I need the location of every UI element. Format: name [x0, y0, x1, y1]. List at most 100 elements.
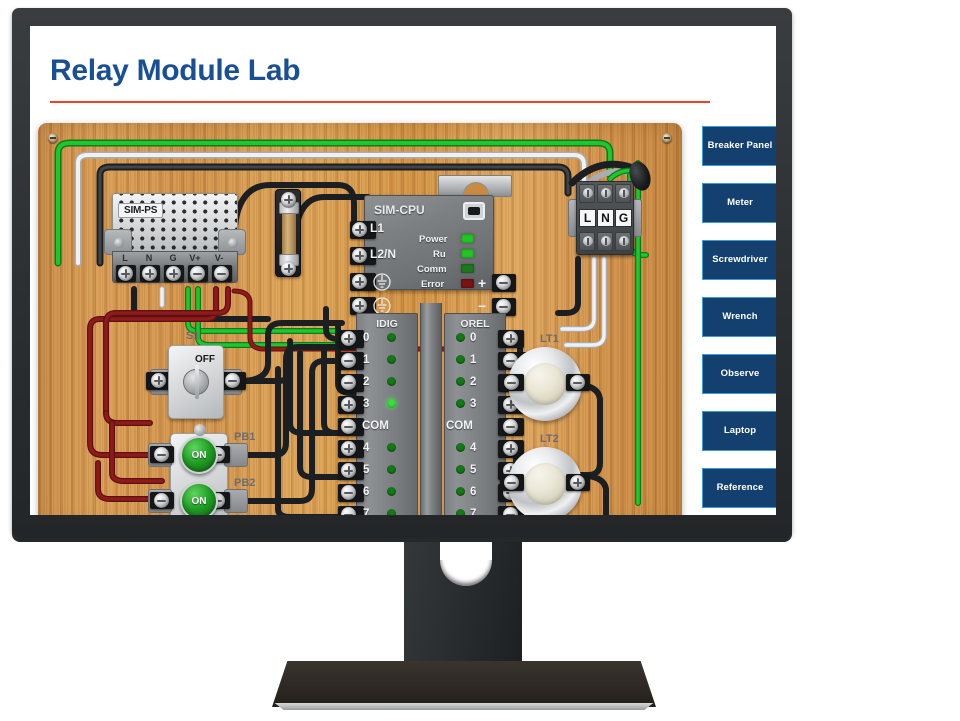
earth-ground-icon: [373, 273, 391, 291]
power-supply-label: SIM-PS: [118, 203, 164, 218]
terminal-cell[interactable]: [579, 184, 595, 203]
screw-terminal-idig-2[interactable]: [341, 375, 356, 390]
din-rail-clip: [438, 175, 512, 198]
terminal-letter-g: G: [615, 209, 632, 227]
terminal-cell[interactable]: [597, 184, 613, 203]
ps-terminal-label: V-: [214, 253, 224, 263]
io-channel-led-0: [387, 333, 396, 342]
screw-terminal-idig-7[interactable]: [341, 507, 356, 515]
screw-terminal[interactable]: [281, 192, 296, 207]
sidebar-button-laptop[interactable]: Laptop: [702, 411, 776, 451]
selector-switch-s1[interactable]: S1 OFF ON: [146, 330, 246, 438]
screw-terminal-l1[interactable]: [352, 222, 367, 237]
pushbutton-pb2[interactable]: ON: [180, 482, 218, 515]
io-channel-label: 6: [470, 486, 477, 498]
screw-terminal[interactable]: [142, 266, 157, 281]
io-channel-led-0: [456, 333, 465, 342]
screw-terminal[interactable]: [225, 373, 240, 388]
screw-terminal[interactable]: [504, 475, 519, 490]
screw-terminal-ground-2[interactable]: [352, 298, 367, 313]
sidebar-button-wrench[interactable]: Wrench: [702, 297, 776, 337]
terminal-cell[interactable]: [579, 232, 595, 251]
sidebar-button-reference[interactable]: Reference: [702, 468, 776, 508]
screw-icon: [194, 424, 206, 436]
selector-label-off: OFF: [195, 354, 215, 365]
title-divider: [50, 101, 710, 103]
io-channel-led-3: [456, 399, 465, 408]
sidebar-button-label: Screwdriver: [712, 254, 768, 265]
screw-terminal[interactable]: [154, 447, 169, 462]
screw-terminal[interactable]: [570, 375, 585, 390]
io-channel-led-5: [456, 465, 465, 474]
io-channel-led-3: [387, 399, 396, 408]
fuse-housing: [275, 189, 301, 277]
io-channel-label: 5: [470, 464, 477, 476]
terminal-cell[interactable]: [615, 232, 631, 251]
io-channel-label: 0: [363, 332, 370, 344]
io-channel-label: 1: [470, 354, 477, 366]
io-channel-led-6: [387, 487, 396, 496]
screw-terminal-dc-plus[interactable]: [496, 275, 511, 290]
screw-terminal-idig-4[interactable]: [341, 441, 356, 456]
pushbutton-pb1[interactable]: ON: [180, 436, 218, 474]
io-channel-label: 5: [363, 464, 370, 476]
screw-terminal-idig-com[interactable]: [341, 419, 356, 434]
sidebar-button-observe[interactable]: Observe: [702, 354, 776, 394]
terminal-letter-n: N: [597, 209, 614, 227]
screw-slot-icon: [583, 188, 593, 198]
screw-terminal-l2n[interactable]: [352, 248, 367, 263]
screw-terminal[interactable]: [504, 375, 519, 390]
io-channel-label: 3: [363, 398, 370, 410]
selector-switch-tag: S1: [186, 330, 200, 342]
screw-terminal[interactable]: [151, 373, 166, 388]
cpu-module[interactable]: SIM-CPU Power Ru Comm Error L1 L2/N + −: [350, 195, 516, 316]
terminal-block-lng[interactable]: L N G: [568, 181, 642, 255]
io-channel-label: 7: [363, 508, 370, 515]
fuse-holder[interactable]: [275, 189, 301, 277]
monitor-stand-base: [272, 661, 656, 707]
screw-terminal[interactable]: [118, 266, 133, 281]
sidebar-button-label: Laptop: [723, 425, 757, 436]
io-channel-led-2: [387, 377, 396, 386]
sidebar-button-breaker-panel[interactable]: Breaker Panel: [702, 126, 776, 166]
monitor-screen: Relay Module Lab SIM-PS L N G V+ V- SIM-…: [30, 26, 776, 515]
sidebar-button-label: Breaker Panel: [707, 140, 773, 151]
sidebar-button-screwdriver[interactable]: Screwdriver: [702, 240, 776, 280]
io-channel-led-5: [387, 465, 396, 474]
output-strip-title: OREL: [460, 318, 490, 330]
screw-terminal-idig-1[interactable]: [341, 353, 356, 368]
terminal-label-l1: L1: [370, 221, 385, 235]
pushbutton-tag-pb1: PB1: [234, 431, 256, 443]
screw-slot-icon: [583, 236, 593, 246]
screw-terminal-orel-com[interactable]: [503, 419, 518, 434]
page-title: Relay Module Lab: [50, 54, 301, 87]
power-supply-module[interactable]: SIM-PS L N G V+ V-: [104, 193, 246, 285]
io-channel-label: 0: [470, 332, 477, 344]
screw-terminal-ground[interactable]: [352, 274, 367, 289]
screw-terminal[interactable]: [281, 261, 296, 276]
screw-terminal[interactable]: [166, 266, 181, 281]
screw-terminal-idig-0[interactable]: [341, 331, 356, 346]
screw-terminal[interactable]: [214, 266, 229, 281]
ps-terminal-label: N: [145, 253, 153, 263]
screw-terminal-idig-3[interactable]: [341, 397, 356, 412]
terminal-cell[interactable]: [615, 184, 631, 203]
screw-terminal[interactable]: [154, 493, 169, 508]
screw-terminal-idig-5[interactable]: [341, 463, 356, 478]
screw-terminal-dc-minus[interactable]: [496, 299, 511, 314]
power-supply-terminal-bar: L N G V+ V-: [112, 251, 238, 283]
sidebar-button-meter[interactable]: Meter: [702, 183, 776, 223]
io-channel-label: 3: [470, 398, 477, 410]
screw-terminal-orel-0[interactable]: [503, 331, 518, 346]
power-led-indicator: [461, 234, 474, 243]
screw-terminal[interactable]: [190, 266, 205, 281]
comm-port-icon[interactable]: [463, 202, 485, 220]
screw-terminal-idig-6[interactable]: [341, 485, 356, 500]
terminal-cell[interactable]: [597, 232, 613, 251]
selector-knob[interactable]: [183, 365, 209, 399]
screenshot-root: Relay Module Lab SIM-PS L N G V+ V- SIM-…: [0, 0, 960, 721]
io-channel-led-6: [456, 487, 465, 496]
io-channel-label: 2: [363, 376, 370, 388]
io-channel-label: COM: [446, 420, 473, 432]
screw-terminal[interactable]: [570, 475, 585, 490]
